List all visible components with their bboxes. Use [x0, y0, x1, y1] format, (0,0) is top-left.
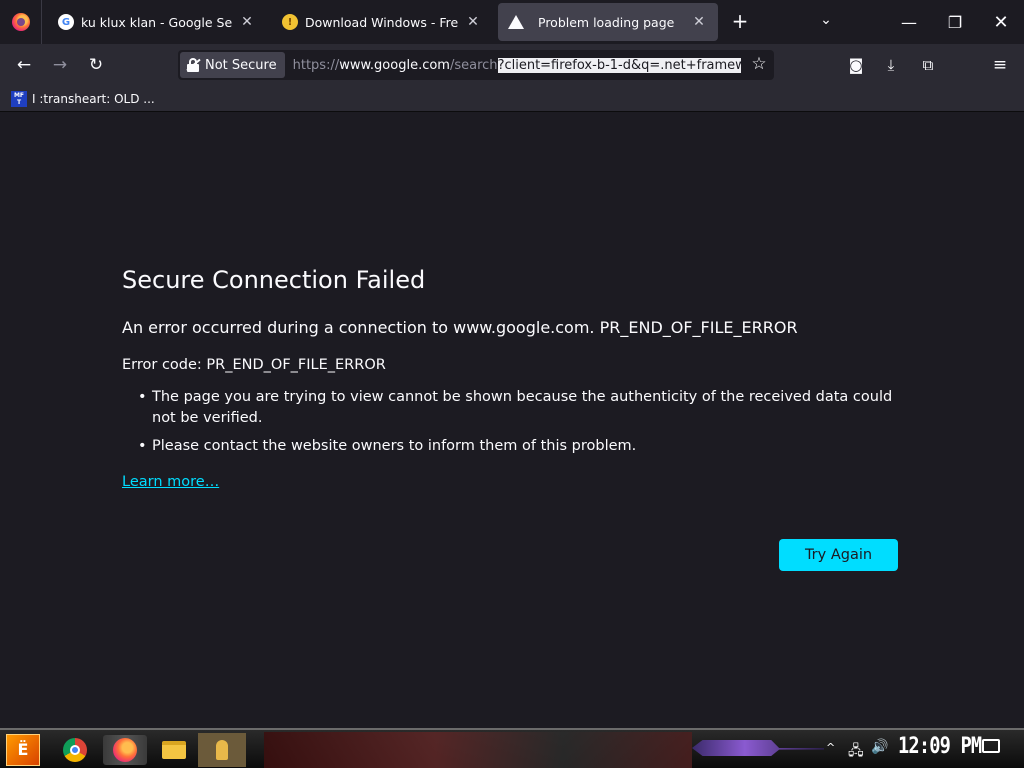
firefox-view-button[interactable] [0, 0, 42, 44]
network-icon[interactable]: 🖧 [848, 740, 864, 764]
app-icon [216, 740, 228, 760]
chrome-icon [63, 738, 87, 762]
close-tab-icon[interactable]: ✕ [238, 14, 256, 30]
firefox-icon [11, 13, 30, 31]
tab-title: Problem loading page [538, 14, 675, 30]
google-icon: G [58, 14, 74, 30]
close-tab-icon[interactable]: ✕ [690, 14, 708, 30]
minimize-button[interactable]: — [886, 0, 932, 44]
extensions-icon[interactable]: ⧉ [915, 52, 941, 78]
url-path: /search [449, 57, 498, 73]
start-button[interactable]: Ё [6, 734, 40, 766]
list-item: Please contact the website owners to inf… [138, 436, 898, 457]
error-description: An error occurred during a connection to… [122, 318, 798, 337]
volume-icon[interactable]: 🔊 [871, 739, 888, 755]
close-window-button[interactable]: ✕ [978, 0, 1024, 44]
security-label: Not Secure [205, 57, 277, 73]
error-container: Secure Connection Failed An error occurr… [122, 266, 902, 490]
forward-button[interactable]: → [47, 52, 73, 78]
app-taskbar-button[interactable] [198, 733, 246, 767]
list-all-tabs-button[interactable]: ⌄ [814, 12, 838, 32]
chrome-taskbar-button[interactable] [60, 735, 90, 765]
notifications-icon[interactable] [982, 739, 1000, 753]
new-tab-button[interactable]: + [728, 10, 752, 34]
pocket-icon[interactable]: ◙ [843, 52, 869, 78]
file-explorer-taskbar-button[interactable] [159, 735, 189, 765]
tab-title: Download Windows - Free Res [305, 14, 458, 30]
learn-more-link[interactable]: Learn more… [122, 474, 219, 490]
taskbar: Ё ^ 🖧 🔊 12:09 PM [0, 728, 1024, 768]
site-security-button[interactable]: Not Secure [180, 52, 285, 78]
reload-button[interactable]: ↻ [83, 52, 109, 78]
tab-problem-loading[interactable]: Problem loading page ✕ [498, 3, 718, 41]
url-text[interactable]: https://www.google.com/search?client=fir… [292, 57, 741, 73]
taskbar-skin-ornament [692, 740, 824, 756]
error-title: Secure Connection Failed [122, 266, 426, 294]
tab-download-windows[interactable]: ! Download Windows - Free Res ✕ [272, 3, 492, 41]
page-content: Secure Connection Failed An error occurr… [0, 112, 1024, 728]
restore-button[interactable]: ❐ [932, 0, 978, 44]
taskbar-clock[interactable]: 12:09 PM [898, 734, 982, 759]
close-tab-icon[interactable]: ✕ [464, 14, 482, 30]
tab-title: ku klux klan - Google Search [81, 14, 232, 30]
url-bar[interactable]: Not Secure https://www.google.com/search… [178, 50, 774, 80]
show-hidden-icons-icon[interactable]: ^ [826, 741, 835, 754]
taskbar-skin-decoration [264, 732, 692, 768]
url-scheme: https:// [292, 57, 340, 73]
firefox-taskbar-button[interactable] [103, 735, 147, 765]
firefox-icon [113, 738, 137, 762]
list-item: The page you are trying to view cannot b… [138, 387, 898, 429]
back-button[interactable]: ← [11, 52, 37, 78]
error-details-list: The page you are trying to view cannot b… [138, 387, 902, 457]
tab-google-search[interactable]: G ku klux klan - Google Search ✕ [48, 3, 266, 41]
warning-icon [508, 15, 524, 29]
bookmark-favicon: MF T [11, 90, 27, 107]
bookmark-item[interactable]: I :transheart: OLD ... [32, 92, 155, 106]
url-host: www.google.com [339, 57, 450, 73]
site-favicon-icon: ! [282, 14, 298, 30]
insecure-lock-icon [186, 58, 201, 72]
app-menu-icon[interactable]: ≡ [987, 52, 1013, 78]
url-selected-text: ?client=firefox-b-1-d&q=.net+framew [497, 57, 741, 73]
error-code: Error code: PR_END_OF_FILE_ERROR [122, 357, 386, 373]
folder-icon [162, 741, 186, 759]
bookmark-star-icon[interactable]: ☆ [748, 53, 770, 75]
try-again-button[interactable]: Try Again [779, 539, 898, 571]
bookmarks-bar: MF T I :transheart: OLD ... [0, 86, 1024, 112]
downloads-icon[interactable]: ⤓ [878, 52, 904, 78]
